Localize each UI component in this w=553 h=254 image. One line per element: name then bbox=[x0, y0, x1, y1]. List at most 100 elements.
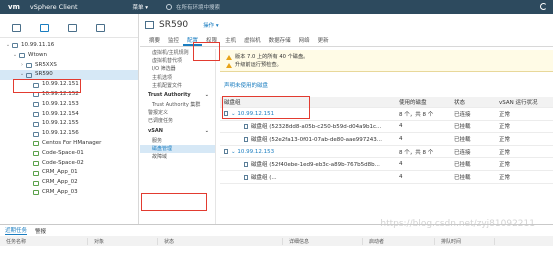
disk-group-row[interactable]: 磁盘组 (... 4 已挂载 正常 bbox=[220, 171, 553, 184]
tree-item-label: CRM_App_01 bbox=[42, 169, 78, 176]
chevron-down-icon[interactable]: ⌄ bbox=[205, 126, 209, 137]
tree-item-label: 10.99.12.153 bbox=[42, 100, 79, 107]
task-column-header[interactable]: 状态 bbox=[158, 237, 283, 245]
host-icon bbox=[33, 131, 39, 137]
tree-item[interactable]: 10.99.12.153 bbox=[0, 100, 138, 110]
grid-cell: 4 bbox=[399, 123, 403, 130]
vmware-logo: vm bbox=[8, 3, 20, 11]
disk-group-row[interactable]: 磁盘组 (52328dd8-a05b-c250-b59d-d04a9b1c...… bbox=[220, 121, 553, 134]
main-menu[interactable]: 菜单 ▾ bbox=[133, 3, 149, 11]
warning-icon bbox=[226, 54, 232, 60]
column-header[interactable]: vSAN 运行状况 bbox=[495, 98, 553, 106]
grid-cell: 正常 bbox=[499, 124, 511, 131]
grid-cell: 8 个，共 8 个 bbox=[399, 149, 434, 156]
subnav-item[interactable]: 警报定义 bbox=[140, 109, 215, 117]
tab[interactable]: 监控 bbox=[164, 36, 183, 46]
column-header[interactable]: 使用的磁盘 bbox=[395, 98, 450, 106]
tab[interactable]: 网络 bbox=[295, 36, 314, 46]
networking-view-icon[interactable] bbox=[96, 24, 105, 32]
vms-templates-view-icon[interactable] bbox=[40, 24, 49, 32]
folder-icon bbox=[26, 72, 32, 78]
watermark-text: https://blog.csdn.net/zyj81092211 bbox=[380, 219, 535, 229]
upgrade-alert: 版本 7.0 上的所有 40 个磁盘。 升级前运行预检查。 bbox=[220, 50, 553, 72]
subnav-item[interactable]: 已调度任务 bbox=[140, 117, 215, 125]
grid-cell: 正常 bbox=[499, 174, 511, 181]
task-column-header[interactable]: 启动者 bbox=[363, 237, 435, 245]
storage-view-icon[interactable] bbox=[68, 24, 77, 32]
cluster-icon bbox=[145, 21, 154, 29]
highlight-tree-selection bbox=[13, 79, 81, 93]
tree-item-label: CRM_App_02 bbox=[42, 179, 78, 186]
tree-item-label: 10.99.12.155 bbox=[42, 120, 79, 127]
grid-cell-text: 磁盘组 (52e2fa13-0f01-07ab-de80-aae997243..… bbox=[251, 136, 383, 143]
tree-item-label: CRM_App_03 bbox=[42, 188, 78, 195]
refresh-icon[interactable] bbox=[540, 3, 547, 10]
tree-item[interactable]: CRM_App_03 bbox=[0, 188, 138, 198]
tab[interactable]: 数据存储 bbox=[265, 36, 295, 46]
tab[interactable]: 摘要 bbox=[145, 36, 164, 46]
search-placeholder[interactable]: 在所有环境中搜索 bbox=[176, 3, 220, 11]
tab[interactable]: 更新 bbox=[314, 36, 333, 46]
tree-item[interactable]: Code-Space-02 bbox=[0, 159, 138, 169]
tree-item-label: Code-Space-02 bbox=[42, 159, 84, 166]
subnav-section[interactable]: vSAN ⌄ bbox=[140, 126, 215, 137]
grid-cell: 4 bbox=[399, 161, 403, 168]
task-columns: 任务名称 对象 状态 详细信息 启动者 排队时间 bbox=[0, 236, 553, 246]
subnav-item[interactable]: Trust Authority 集群 bbox=[140, 101, 215, 109]
chevron-icon[interactable]: ⌄ bbox=[11, 51, 19, 61]
tree-item[interactable]: Code-Space-01 bbox=[0, 149, 138, 159]
bottom-tab[interactable]: 近期任务 bbox=[5, 226, 28, 235]
subnav-item[interactable]: 磁盘管理 bbox=[140, 144, 215, 153]
grid-cell-text: 磁盘组 (... bbox=[251, 174, 277, 181]
grid-cell: 磁盘组 (... bbox=[220, 173, 395, 181]
tab[interactable]: 虚拟机 bbox=[240, 36, 265, 46]
grid-cell: 正常 bbox=[499, 162, 511, 169]
tree-item-label: Centos For HManager bbox=[42, 139, 102, 146]
tab[interactable]: 主机 bbox=[221, 36, 240, 46]
column-header[interactable]: 状态 bbox=[450, 98, 495, 106]
subnav-item[interactable]: 主机选项 bbox=[140, 74, 215, 82]
tree-item-label: 10.99.12.156 bbox=[42, 130, 79, 137]
tree-item[interactable]: ⌄ Wtown bbox=[0, 51, 138, 61]
object-header: SR590 操作 ▾ bbox=[140, 14, 553, 36]
claim-unused-disks-link[interactable]: 声明未使用的磁盘 bbox=[220, 80, 553, 92]
folder-icon bbox=[12, 43, 18, 49]
bottom-tab[interactable]: 警报 bbox=[35, 227, 46, 235]
task-column-header[interactable]: 详细信息 bbox=[283, 237, 363, 245]
global-search[interactable]: 在所有环境中搜索 bbox=[166, 3, 220, 11]
grid-cell: 正常 bbox=[499, 136, 511, 143]
chevron-icon[interactable]: › bbox=[18, 61, 26, 71]
tree-item[interactable]: CRM_App_02 bbox=[0, 178, 138, 188]
tree-item[interactable]: › SR5XXS bbox=[0, 61, 138, 71]
chevron-icon[interactable]: ⌄ bbox=[4, 41, 12, 51]
subnav-item[interactable]: 服务 bbox=[140, 137, 215, 145]
tree-item[interactable]: 10.99.12.154 bbox=[0, 110, 138, 120]
disk-group-row[interactable]: 磁盘组 (52e2fa13-0f01-07ab-de80-aae997243..… bbox=[220, 133, 553, 146]
tree-item[interactable]: ⌄ 10.99.11.16 bbox=[0, 41, 138, 51]
tree-item-label: Code-Space-01 bbox=[42, 149, 84, 156]
vm-icon bbox=[33, 160, 39, 166]
task-column-header[interactable]: 对象 bbox=[88, 237, 158, 245]
app-title: vSphere Client bbox=[29, 3, 78, 11]
tree-item[interactable]: CRM_App_01 bbox=[0, 168, 138, 178]
task-column-header[interactable]: 任务名称 bbox=[0, 237, 88, 245]
vm-icon bbox=[33, 141, 39, 147]
hosts-clusters-view-icon[interactable] bbox=[12, 24, 21, 32]
task-column-header[interactable]: 排队时间 bbox=[435, 237, 495, 245]
grid-cell: 磁盘组 (52e2fa13-0f01-07ab-de80-aae997243..… bbox=[220, 135, 395, 143]
highlight-disk-management bbox=[141, 193, 207, 211]
host-group-row[interactable]: ⌄ 10.99.12.153 8 个，共 8 个 已连接 正常 bbox=[220, 146, 553, 159]
tree-item-label: SR5XXS bbox=[35, 61, 57, 68]
tree-item[interactable]: 10.99.12.156 bbox=[0, 129, 138, 139]
subnav-item[interactable]: 主机配置文件 bbox=[140, 82, 215, 90]
disk-icon bbox=[244, 162, 248, 168]
tree-item[interactable]: 10.99.12.155 bbox=[0, 119, 138, 129]
grid-cell: 已挂载 bbox=[454, 162, 471, 169]
subnav-item[interactable]: I/O 筛选器 bbox=[140, 65, 215, 73]
disk-group-row[interactable]: 磁盘组 (52f40ebe-1ed9-eb3c-a89b-767b5d8b...… bbox=[220, 158, 553, 171]
chevron-down-icon[interactable]: ⌄ bbox=[205, 90, 209, 101]
actions-menu[interactable]: 操作 ▾ bbox=[203, 21, 219, 29]
subnav-item[interactable]: 故障域 bbox=[140, 153, 215, 161]
subnav-section[interactable]: Trust Authority ⌄ bbox=[140, 90, 215, 101]
tree-item[interactable]: Centos For HManager bbox=[0, 139, 138, 149]
